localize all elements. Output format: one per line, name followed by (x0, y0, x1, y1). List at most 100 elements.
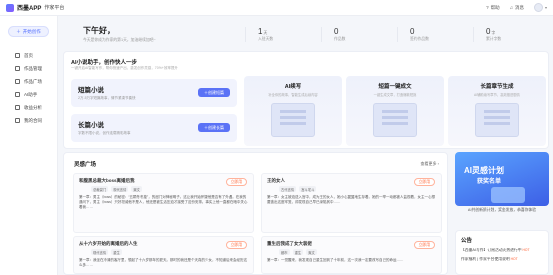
inspiration-card[interactable]: 从十六岁开始的离婚后的人生 现代言情 重生 第一章：我坐在冷清的客厅里，想起了十… (73, 236, 254, 274)
app-subtitle: 作家平台 (44, 5, 65, 11)
hot-badge: HOT (522, 248, 530, 252)
tool-long-chapter[interactable]: 长篇章节生成 AI辅助续写章节，高效推进剧情 (448, 76, 546, 146)
sidebar-item-label: AI助手 (24, 91, 38, 97)
banner-illustration (491, 187, 525, 203)
ai-assistant-panel: AI小说助手，创作快人一步 一键开启AI智能写作，帮你快速产出，激发创作灵感，7… (63, 51, 549, 149)
messages-link[interactable]: ♫ 消息 (510, 5, 524, 11)
stat-value: 0 (410, 26, 415, 36)
chevron-down-icon: ▾ (544, 5, 547, 10)
card-title: 王的女人 (267, 178, 285, 183)
use-button[interactable]: 立即用 (413, 241, 435, 249)
card-title: 和腹黑总裁大boss离婚后我 (79, 178, 135, 183)
inspiration-card[interactable]: 王的女人 古代言情 宫斗宅斗 第一章：女主被迫送入宫中，成为王的女人，她小心翼翼… (261, 173, 442, 233)
stat-label: 作品数 (334, 36, 346, 41)
stat-signed: 0 签约作品数 (397, 26, 473, 42)
tool-illustration (271, 103, 315, 137)
sidebar-item-label: 我的合同 (24, 117, 42, 123)
notice-item[interactable]: 【西墨AI写作】订阅活动火热进行中HOT (461, 248, 543, 253)
tool-title: 长篇章节生成 (480, 84, 514, 90)
chart-icon (15, 105, 20, 110)
sidebar-item-label: 首页 (24, 52, 33, 58)
stat-value: 1 (258, 26, 263, 36)
tag: 重生 (292, 249, 304, 255)
tool-desc: AI辅助续写章节，高效推进剧情 (474, 93, 520, 97)
tag: 爽文 (306, 249, 317, 255)
stat-label: 入驻天数 (258, 36, 274, 41)
inspiration-card[interactable]: 重生后我成了女大装佬 都市 重生 爽文 第一章：一觉醒来，我发现自己重生回到了十… (261, 236, 442, 274)
bell-icon: ♫ (509, 5, 513, 10)
notice-text: 【西墨AI写作】订阅活动火热进行中 (461, 248, 522, 252)
short-novel-card[interactable]: 短篇小说 2万-5万字短篇故事，情节紧凑节奏快 ＋创建短篇 (71, 79, 237, 107)
card-title: 从十六岁开始的离婚后的人生 (79, 241, 138, 246)
stat-value: 0 (486, 26, 491, 36)
plus-icon: ＋ (16, 28, 21, 34)
card-body: 第一章：一觉醒来，我发现自己重生回到了十年前，这一次我一定要改写自己的命运…… (267, 258, 404, 262)
long-novel-card[interactable]: 长篇小说 字数不限小说，创作连载精彩故事 ＋创建长篇 (71, 114, 237, 142)
sidebar-item-home[interactable]: 首页 (0, 49, 57, 62)
main-content: 下午好， 今天是你成为作家的第1天，加油继续加吧~ 1天 入驻天数 0 作品数 … (63, 20, 549, 149)
notice-panel: 公告 【西墨AI写作】订阅活动火热进行中HOT 作家福利 | 作家平台使用说明H… (455, 230, 549, 275)
tag: 现代言情 (91, 249, 109, 255)
tool-title: AI续写 (284, 84, 302, 90)
banner-caption: AI共创新质计划，奖金发放，恭喜你体验 (467, 208, 537, 212)
create-button-label: 创建长篇 (208, 124, 224, 130)
sidebar-item-label: 收益分析 (24, 104, 42, 110)
app-name: 西墨APP (17, 6, 42, 12)
user-menu[interactable]: ▾ (533, 3, 547, 12)
sidebar-item-income[interactable]: 收益分析 (0, 101, 57, 114)
top-bar: 西墨APP 作家平台 ? 帮助 ♫ 消息 ▾ (0, 0, 553, 16)
sidebar-item-square[interactable]: 作品广场 (0, 75, 57, 88)
home-icon (15, 53, 20, 58)
help-label: 帮助 (490, 4, 500, 10)
tag: 爽文 (131, 186, 142, 192)
stat-label: 签约作品数 (410, 36, 429, 41)
stat-unit: 字 (491, 30, 496, 35)
sidebar-item-label: 作品管理 (24, 65, 42, 71)
sidebar-item-works[interactable]: 作品管理 (0, 62, 57, 75)
create-long-button[interactable]: ＋创建长篇 (198, 123, 230, 132)
card-body: 第一章：我坐在冷清的客厅里，想起了十六岁那年的夏天。那时的我还是个天真的少女，不… (79, 258, 247, 267)
square-icon (15, 79, 20, 84)
banner-subtitle: 获奖名单 (477, 179, 502, 185)
stat-value: 0 (334, 26, 339, 36)
stat-unit: 天 (263, 30, 268, 35)
app-logo[interactable]: 西墨APP 作家平台 (6, 3, 64, 12)
card-title: 重生后我成了女大装佬 (267, 241, 312, 246)
use-button[interactable]: 立即用 (225, 241, 247, 249)
panel-title: AI小说助手，创作快人一步 (71, 60, 138, 66)
inspiration-card[interactable]: 和腹黑总裁大boss离婚后我 总裁豪门 现代言情 爽文 第一章：男主（boss）… (73, 173, 254, 233)
help-link[interactable]: ? 帮助 (486, 5, 500, 11)
notice-text: 作家福利 | 作家平台使用说明 (461, 257, 510, 261)
sidebar-item-ai[interactable]: AI助手 (0, 88, 57, 101)
greeting-subtext: 今天是你成为作家的第1天，加油继续加吧~ (83, 38, 156, 42)
card-body: 第一章：女主被迫送入宫中，成为王的女人，她小心翼翼地生存着。她的一举一动都被人监… (267, 195, 435, 204)
promo-banner[interactable]: AI灵感计划 获奖名单 (455, 152, 549, 206)
create-button-label: 创建短篇 (208, 89, 224, 95)
notice-item[interactable]: 作家福利 | 作家平台使用说明HOT (461, 257, 543, 262)
tag: 现代言情 (111, 186, 129, 192)
help-icon: ? (486, 5, 489, 10)
use-button[interactable]: 立即用 (225, 178, 247, 186)
create-short-button[interactable]: ＋创建短篇 (198, 88, 230, 97)
start-writing-button[interactable]: ＋ 开始创作 (8, 26, 49, 37)
banner-title: AI灵感计划 (464, 166, 504, 175)
ai-icon (15, 92, 20, 97)
welcome-section: 下午好， 今天是你成为作家的第1天，加油继续加吧~ 1天 入驻天数 0 作品数 … (63, 20, 549, 48)
sidebar-item-contract[interactable]: 我的合同 (0, 114, 57, 127)
avatar (533, 3, 543, 12)
tool-short-oneclick[interactable]: 短篇一键成文 一键生成文章，打造爆款短篇 (346, 76, 444, 146)
stat-works: 0 作品数 (321, 26, 397, 42)
stats-row: 1天 入驻天数 0 作品数 0 签约作品数 0字 累计字数 (245, 26, 549, 42)
start-writing-label: 开始创作 (22, 28, 41, 34)
view-more-link[interactable]: 查看更多 › (421, 161, 439, 167)
stat-days: 1天 入驻天数 (245, 26, 321, 42)
tag: 重生 (111, 249, 122, 255)
contract-icon (15, 118, 20, 123)
use-button[interactable]: 立即用 (413, 178, 435, 186)
panel-subtitle: 一键开启AI智能写作，帮你快速产出，激发创作灵感，70%+效率提升 (71, 66, 178, 70)
hot-badge: HOT (510, 257, 518, 261)
tool-desc: 一键生成文章，打造爆款短篇 (373, 93, 417, 97)
tag: 古代言情 (279, 186, 297, 192)
logo-icon (6, 3, 14, 12)
tool-ai-continue[interactable]: AI续写 补全你的故事，智能生成后续内容 (244, 76, 342, 146)
